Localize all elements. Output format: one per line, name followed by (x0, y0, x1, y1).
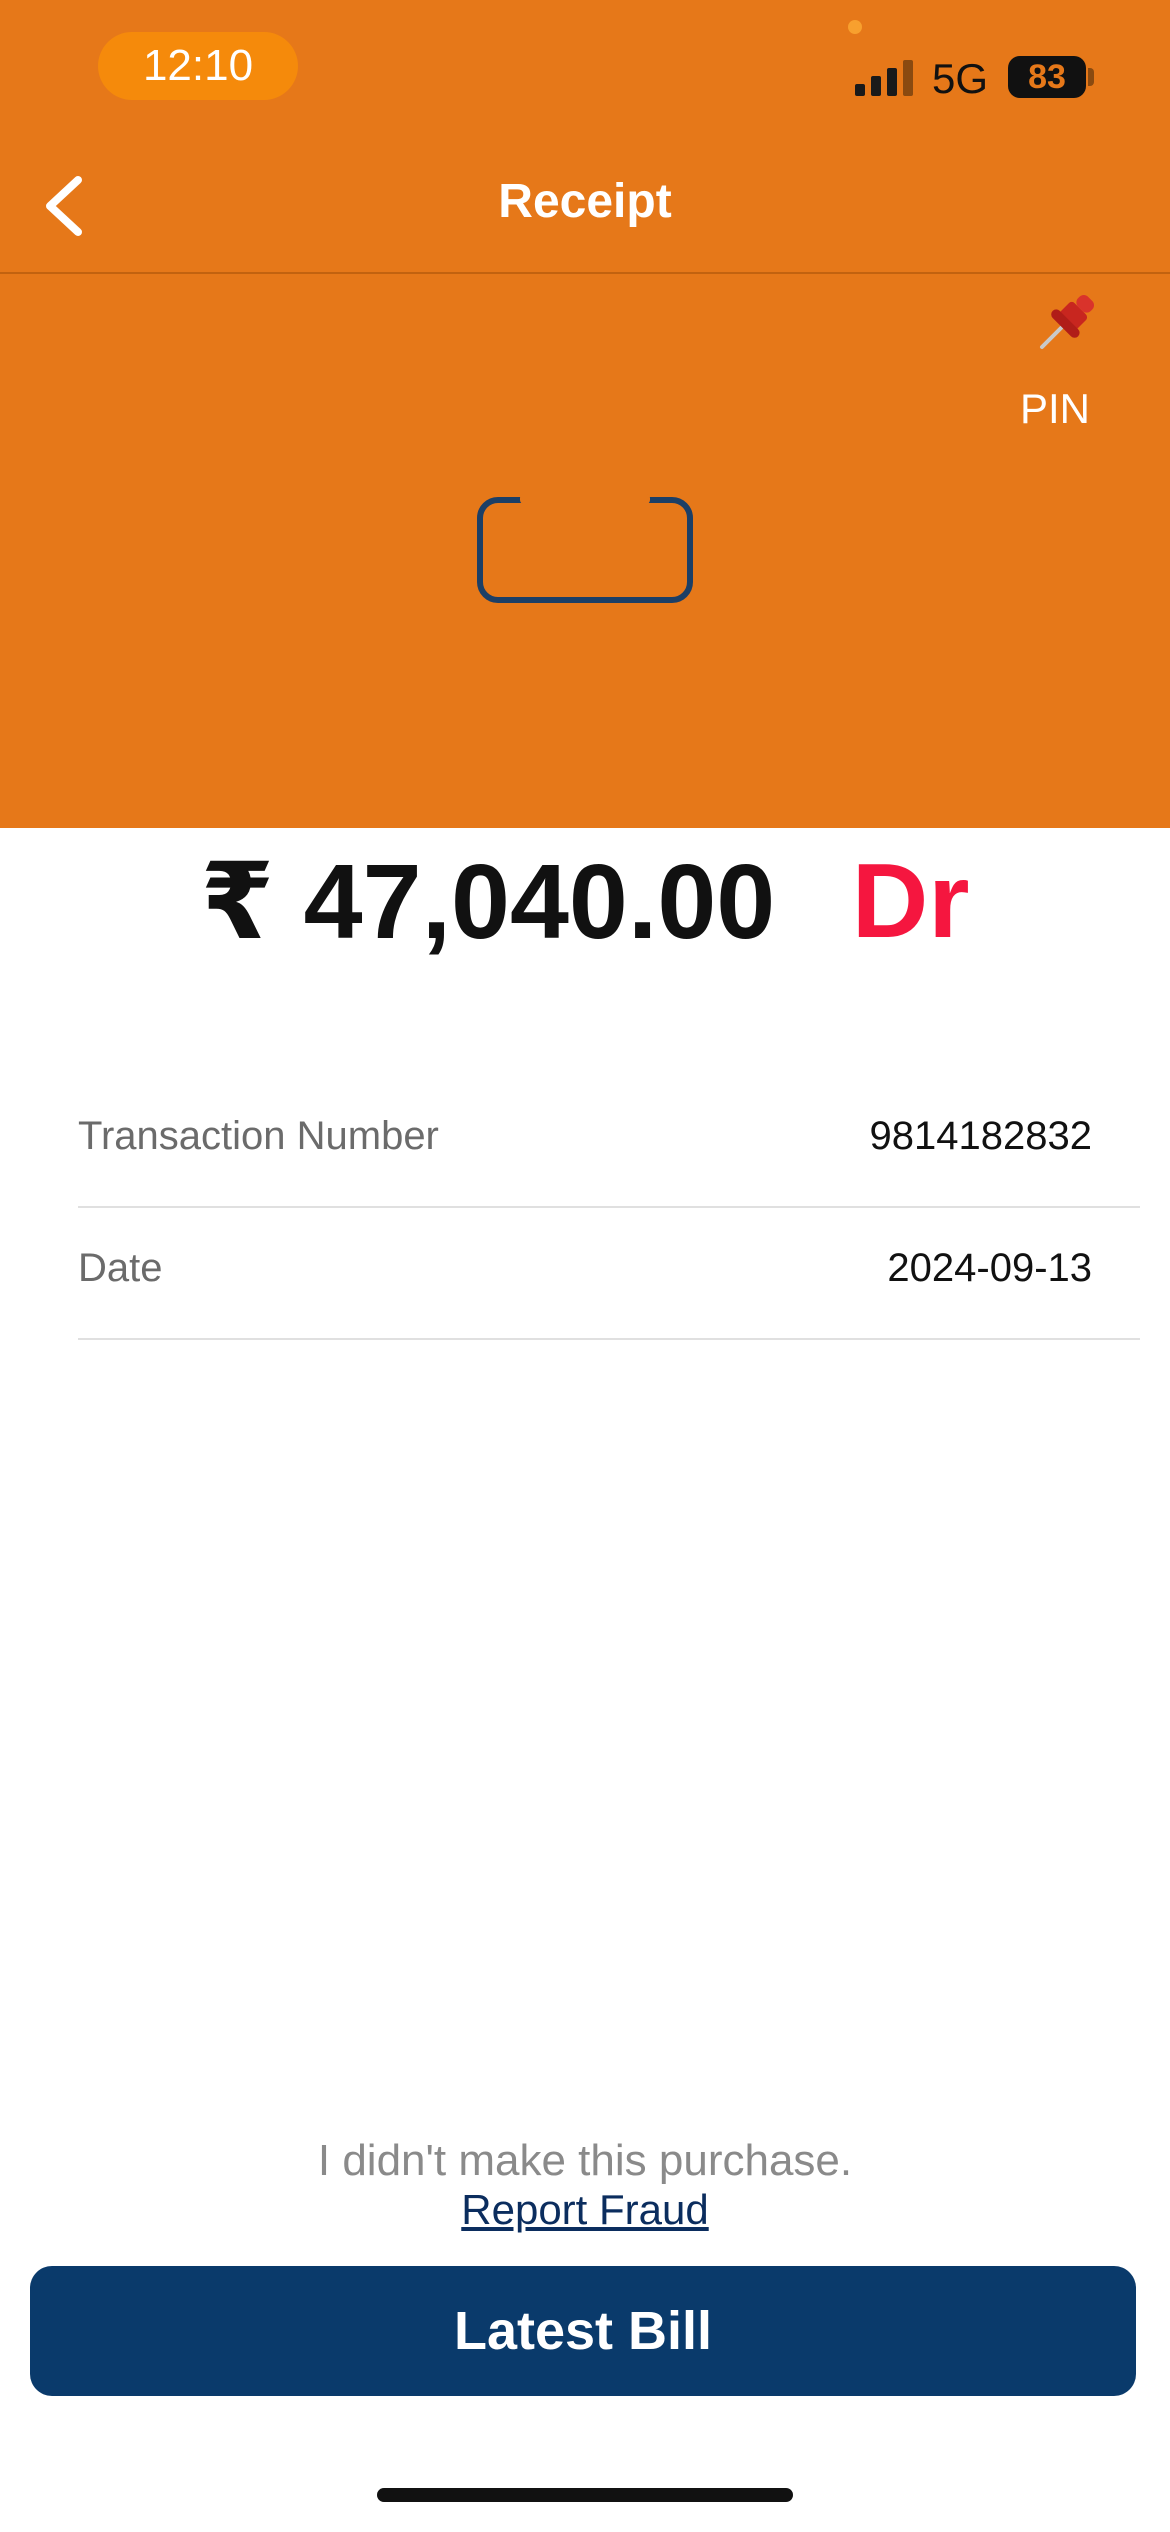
chevron-left-icon (46, 176, 82, 236)
transaction-amount: ₹ 47,040.00 (200, 843, 776, 961)
battery-cap (1088, 68, 1094, 86)
report-fraud-link[interactable]: Report Fraud (435, 2186, 735, 2234)
page-title: Receipt (498, 175, 672, 228)
detail-label: Transaction Number (78, 1114, 439, 1158)
battery-level: 83 (1028, 58, 1066, 96)
fraud-prompt: I didn't make this purchase. (317, 2136, 853, 2185)
latest-bill-button[interactable]: Latest Bill (30, 2266, 1136, 2396)
privacy-indicator-dot (848, 20, 862, 34)
header-divider (0, 272, 1170, 274)
debit-indicator: Dr (851, 842, 970, 960)
pin-label: PIN (1019, 385, 1090, 432)
pushpin-icon (1040, 294, 1095, 349)
signal-icon (855, 58, 915, 96)
home-indicator[interactable] (377, 2488, 793, 2502)
pin-button[interactable]: PIN (990, 275, 1120, 445)
card-icon (477, 494, 693, 603)
battery-icon: 83 (1008, 56, 1086, 98)
detail-row-transaction-number: Transaction Number 9814182832 (78, 1076, 1140, 1208)
detail-row-date: Date 2024-09-13 (78, 1208, 1140, 1340)
amount-row: ₹ 47,040.00 Dr (0, 840, 1170, 970)
detail-value: 2024-09-13 (887, 1246, 1092, 1290)
detail-label: Date (78, 1246, 163, 1290)
status-time: 12:10 (142, 41, 254, 90)
detail-value: 9814182832 (869, 1114, 1092, 1158)
back-button[interactable] (30, 160, 110, 250)
network-type: 5G (932, 55, 989, 102)
